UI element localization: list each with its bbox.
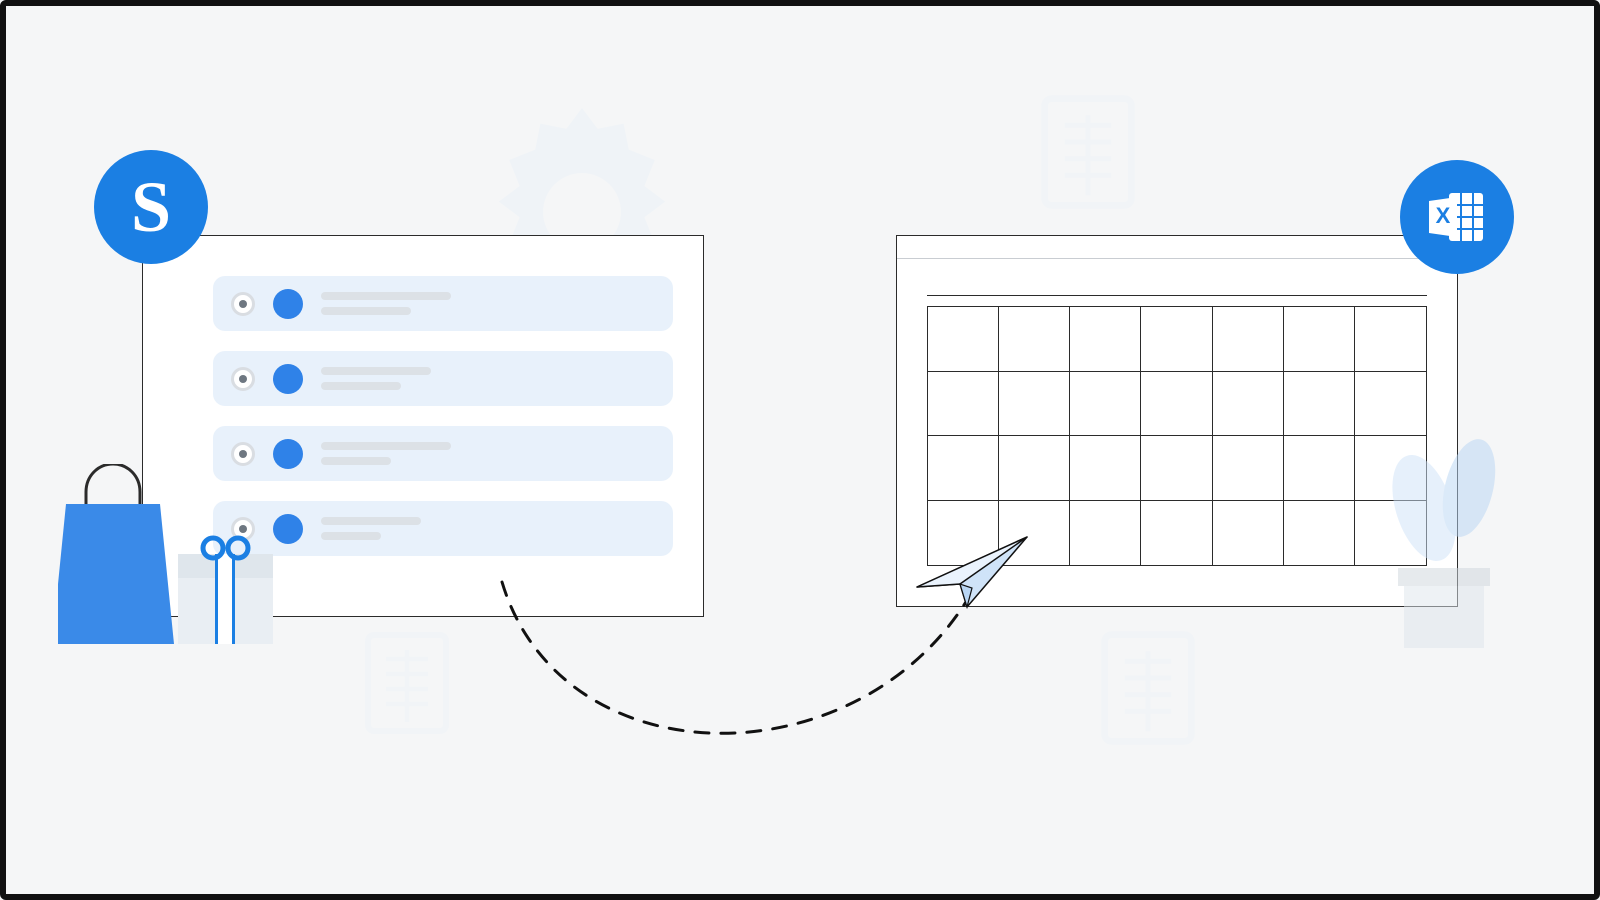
illustration-frame: S X	[0, 0, 1600, 900]
radio-icon	[231, 517, 255, 541]
source-app-letter: S	[131, 166, 171, 249]
list-rows	[213, 276, 673, 556]
avatar-icon	[273, 364, 303, 394]
target-app-badge: X	[1400, 160, 1514, 274]
excel-watermark-icon	[362, 628, 452, 738]
source-app-badge: S	[94, 150, 208, 264]
avatar-icon	[273, 439, 303, 469]
list-item	[213, 276, 673, 331]
placeholder-text	[321, 442, 451, 465]
paper-plane-icon	[912, 532, 1032, 612]
placeholder-text	[321, 367, 431, 390]
canvas: S X	[22, 22, 1578, 878]
sheet-tabs	[927, 266, 1427, 296]
list-item	[213, 351, 673, 406]
svg-text:X: X	[1436, 203, 1451, 228]
spreadsheet-grid	[927, 306, 1427, 566]
list-item	[213, 501, 673, 556]
avatar-icon	[273, 289, 303, 319]
list-item	[213, 426, 673, 481]
radio-icon	[231, 442, 255, 466]
placeholder-text	[321, 517, 421, 540]
window-titlebar	[897, 236, 1457, 259]
radio-icon	[231, 367, 255, 391]
avatar-icon	[273, 514, 303, 544]
placeholder-text	[321, 292, 451, 315]
excel-watermark-icon	[1098, 628, 1198, 748]
excel-logo-icon: X	[1423, 183, 1491, 251]
radio-icon	[231, 292, 255, 316]
source-list-panel	[142, 235, 704, 617]
excel-watermark-icon	[1038, 92, 1138, 212]
